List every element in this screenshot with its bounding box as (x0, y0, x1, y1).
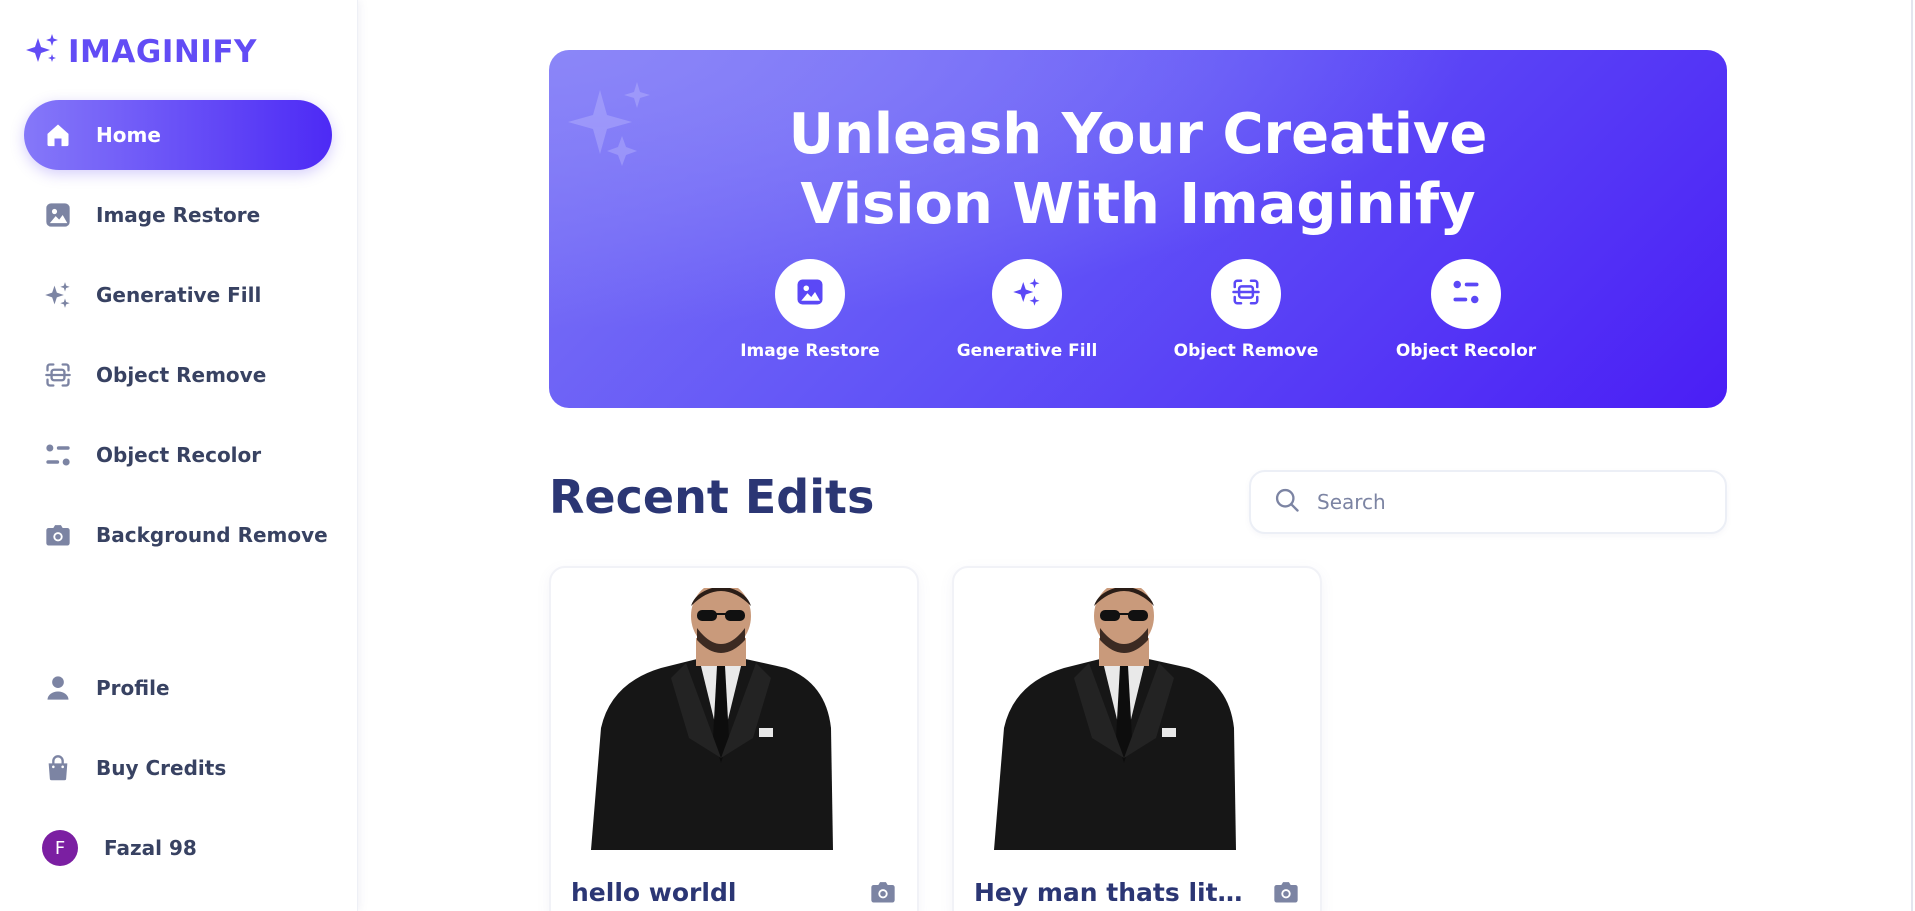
user-name: Fazal 98 (104, 836, 197, 860)
camera-icon (44, 521, 72, 549)
logo-stars-icon (22, 30, 62, 74)
sidebar: IMAGINIFY Home Image Restore Generative … (0, 0, 358, 911)
sidebar-item-label: Object Recolor (96, 443, 262, 467)
sidebar-nav: Home Image Restore Generative Fill Objec… (24, 100, 332, 580)
home-icon (44, 121, 72, 149)
feature-shortcuts: Image Restore Generative Fill Object Rem… (549, 259, 1727, 369)
logo-text: IMAGINIFY (68, 34, 257, 70)
banner-title: Unleash Your Creative Vision With Imagin… (549, 100, 1727, 240)
camera-icon (1272, 878, 1300, 906)
card-title: hello worldl (571, 878, 737, 907)
man-in-suit-image (974, 588, 1302, 850)
hero-banner: Unleash Your Creative Vision With Imagin… (549, 50, 1727, 408)
filter-icon (1451, 277, 1481, 311)
camera-icon (869, 878, 897, 906)
logo[interactable]: IMAGINIFY (22, 32, 257, 72)
feature-generative-fill[interactable]: Generative Fill (927, 259, 1127, 361)
user-menu[interactable]: F Fazal 98 (24, 813, 332, 883)
feature-object-remove[interactable]: Object Remove (1146, 259, 1346, 361)
card-image[interactable] (571, 588, 899, 850)
sidebar-item-label: Image Restore (96, 203, 261, 227)
feature-label: Generative Fill (956, 341, 1098, 361)
banner-title-line-2: Vision With Imaginify (800, 172, 1476, 237)
sidebar-item-background-remove[interactable]: Background Remove (24, 500, 332, 570)
feature-label: Object Recolor (1395, 341, 1537, 361)
sidebar-item-home[interactable]: Home (24, 100, 332, 170)
search-icon (1273, 486, 1301, 518)
card-title: Hey man thats literally... (974, 878, 1254, 907)
sidebar-item-label: Profile (96, 676, 170, 700)
recent-edits-title: Recent Edits (549, 470, 875, 524)
search-input[interactable] (1317, 490, 1697, 514)
feature-circle[interactable] (1431, 259, 1501, 329)
scan-icon (44, 361, 72, 389)
sidebar-item-object-recolor[interactable]: Object Recolor (24, 420, 332, 490)
scan-icon (1231, 277, 1261, 311)
card-image[interactable] (974, 588, 1302, 850)
sidebar-item-object-remove[interactable]: Object Remove (24, 340, 332, 410)
feature-circle[interactable] (1211, 259, 1281, 329)
sidebar-item-image-restore[interactable]: Image Restore (24, 180, 332, 250)
sidebar-bottom-nav: Profile Buy Credits F Fazal 98 (24, 653, 332, 883)
image-icon (795, 277, 825, 311)
avatar[interactable]: F (42, 830, 78, 866)
recent-edit-card[interactable]: Hey man thats literally... (952, 566, 1322, 911)
search-box[interactable] (1249, 470, 1727, 534)
stars-icon (1012, 277, 1042, 311)
sidebar-item-label: Generative Fill (96, 283, 262, 307)
feature-image-restore[interactable]: Image Restore (710, 259, 910, 361)
feature-circle[interactable] (775, 259, 845, 329)
banner-title-line-1: Unleash Your Creative (788, 102, 1488, 167)
image-icon (44, 201, 72, 229)
feature-label: Object Remove (1173, 341, 1319, 361)
sidebar-item-label: Object Remove (96, 363, 267, 387)
sidebar-item-buy-credits[interactable]: Buy Credits (24, 733, 332, 803)
sidebar-item-label: Home (96, 123, 161, 147)
sidebar-item-label: Buy Credits (96, 756, 227, 780)
sidebar-item-generative-fill[interactable]: Generative Fill (24, 260, 332, 330)
man-in-suit-image (571, 588, 899, 850)
sidebar-item-label: Background Remove (96, 523, 328, 547)
feature-object-recolor[interactable]: Object Recolor (1366, 259, 1566, 361)
sidebar-item-profile[interactable]: Profile (24, 653, 332, 723)
filter-icon (44, 441, 72, 469)
feature-label: Image Restore (740, 341, 880, 361)
scrollbar[interactable] (1911, 0, 1913, 911)
profile-icon (44, 674, 72, 702)
feature-circle[interactable] (992, 259, 1062, 329)
bag-icon (44, 754, 72, 782)
recent-edit-card[interactable]: hello worldl (549, 566, 919, 911)
app-root: IMAGINIFY Home Image Restore Generative … (0, 0, 1915, 911)
stars-icon (44, 281, 72, 309)
